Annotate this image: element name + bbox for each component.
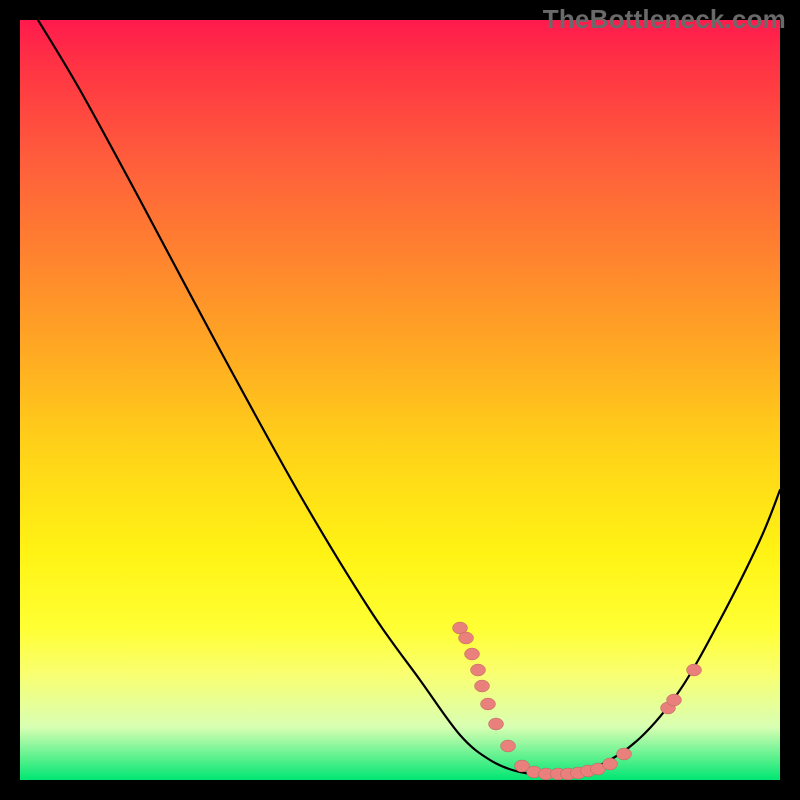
- scatter-dot: [489, 718, 504, 730]
- chart-frame: [20, 20, 780, 780]
- scatter-dot: [459, 632, 474, 644]
- scatter-dots: [453, 622, 702, 780]
- scatter-dot: [667, 694, 682, 706]
- bottleneck-chart: [20, 20, 780, 780]
- scatter-dot: [687, 664, 702, 676]
- scatter-dot: [603, 758, 618, 770]
- watermark-text: TheBottleneck.com: [543, 4, 786, 35]
- scatter-dot: [475, 680, 490, 692]
- scatter-dot: [617, 748, 632, 760]
- scatter-dot: [481, 698, 496, 710]
- scatter-dot: [471, 664, 486, 676]
- bottleneck-curve: [38, 20, 780, 775]
- scatter-dot: [501, 740, 516, 752]
- scatter-dot: [465, 648, 480, 660]
